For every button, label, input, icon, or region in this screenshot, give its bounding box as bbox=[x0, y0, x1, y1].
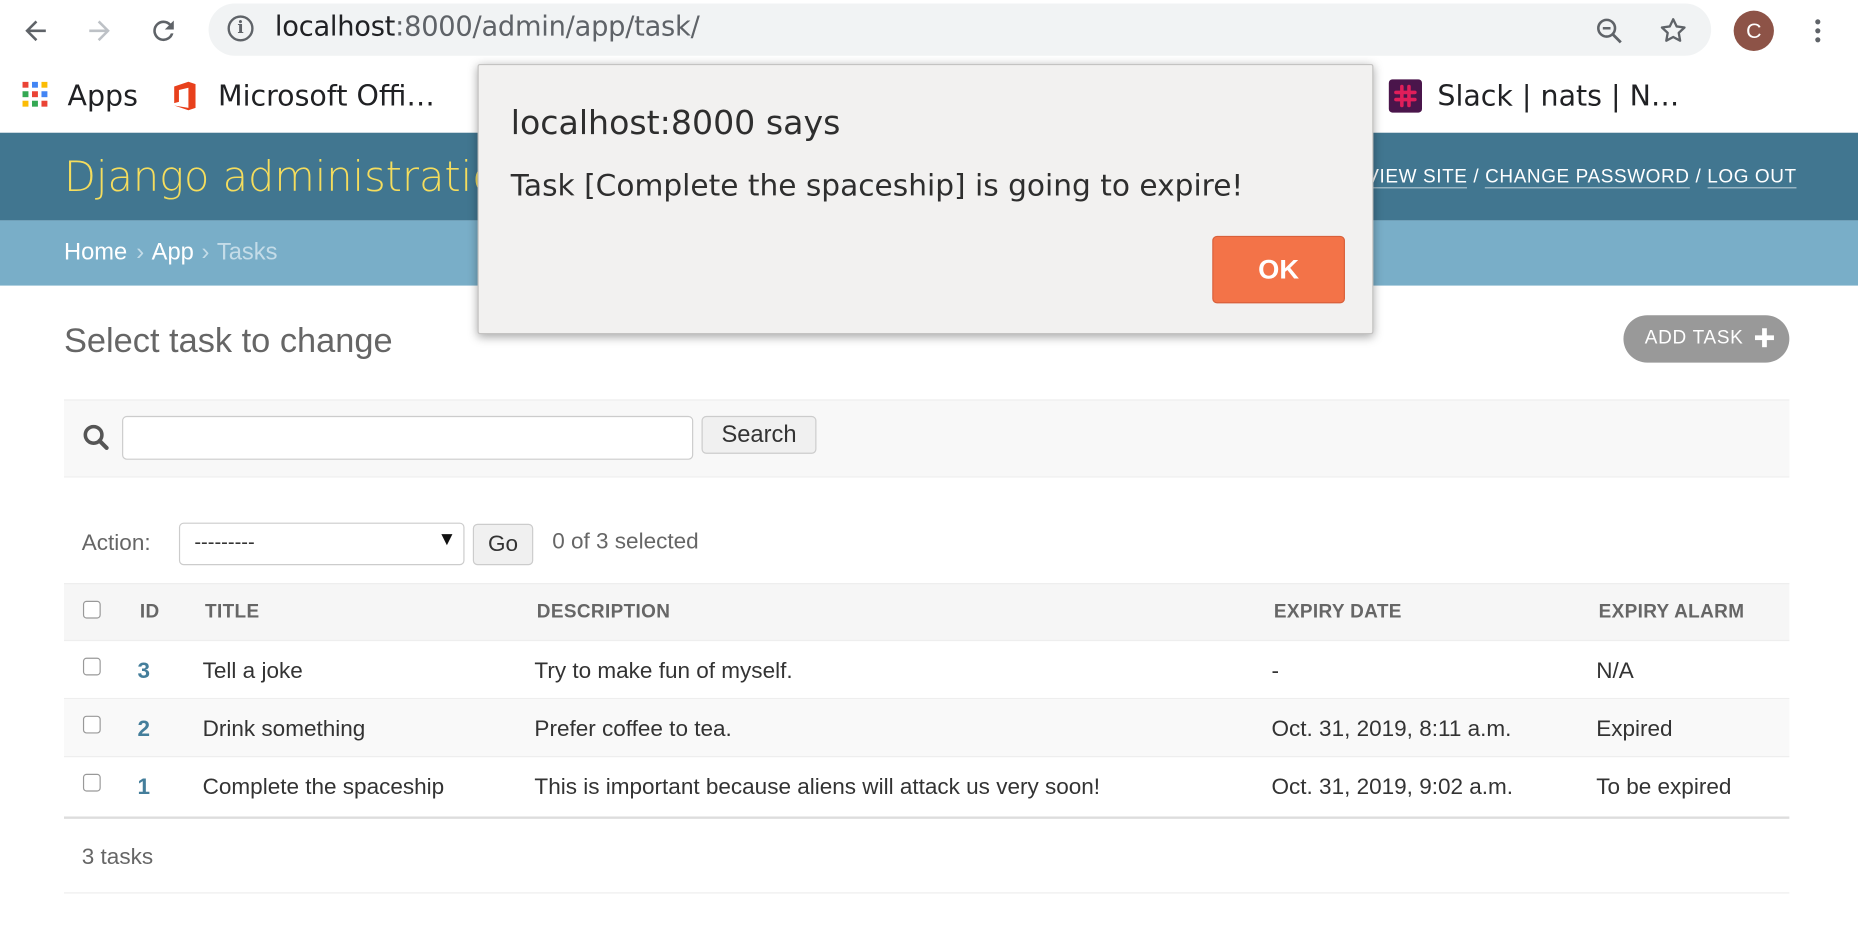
row-checkbox[interactable] bbox=[82, 657, 101, 676]
breadcrumb-home[interactable]: Home bbox=[64, 239, 127, 266]
bookmark-apps[interactable]: Apps bbox=[68, 79, 138, 112]
change-password-link[interactable]: Change password bbox=[1485, 167, 1690, 189]
table-row bbox=[63, 641, 1790, 700]
user-tools: View site / Change password / Log out bbox=[1366, 167, 1797, 189]
row-title: Tell a joke bbox=[202, 658, 303, 684]
apps-grid-icon[interactable] bbox=[22, 81, 49, 108]
office-icon bbox=[172, 81, 198, 112]
ok-button[interactable]: OK bbox=[1212, 235, 1345, 304]
add-task-button[interactable]: Add task bbox=[1623, 315, 1790, 363]
info-icon[interactable]: i bbox=[227, 15, 254, 42]
row-id-link[interactable]: 3 bbox=[137, 659, 150, 685]
breadcrumb-separator: › bbox=[201, 239, 210, 266]
star-icon[interactable] bbox=[1652, 9, 1695, 52]
row-checkbox[interactable] bbox=[82, 773, 101, 792]
paginator: 3 tasks bbox=[63, 816, 1790, 894]
row-title: Complete the spaceship bbox=[202, 774, 445, 800]
table-header bbox=[63, 583, 1790, 642]
select-all-checkbox[interactable] bbox=[82, 600, 101, 619]
menu-icon[interactable] bbox=[1796, 9, 1839, 52]
bookmark-microsoft-office[interactable]: Microsoft Offi… bbox=[218, 79, 435, 112]
zoom-icon[interactable] bbox=[1588, 9, 1631, 52]
row-description: This is important because aliens will at… bbox=[534, 774, 1101, 800]
action-label: Action: bbox=[81, 530, 151, 556]
action-select[interactable]: --------- ▼ bbox=[178, 522, 465, 566]
row-id-link[interactable]: 2 bbox=[137, 717, 150, 743]
row-expiry-alarm: Expired bbox=[1596, 716, 1673, 742]
go-button[interactable]: Go bbox=[472, 523, 534, 566]
column-header-description[interactable]: Description bbox=[537, 602, 670, 623]
result-count: 3 tasks bbox=[81, 844, 154, 870]
forward-icon[interactable] bbox=[78, 9, 121, 52]
row-description: Try to make fun of myself. bbox=[534, 658, 793, 684]
column-header-id[interactable]: ID bbox=[140, 602, 160, 623]
dropdown-arrow-icon: ▼ bbox=[437, 529, 457, 550]
back-icon[interactable] bbox=[14, 9, 57, 52]
action-select-value: --------- bbox=[194, 530, 255, 554]
breadcrumb-app[interactable]: App bbox=[152, 239, 194, 266]
row-title: Drink something bbox=[202, 716, 366, 742]
site-branding[interactable]: Django administration bbox=[64, 154, 524, 201]
row-expiry-date: - bbox=[1271, 658, 1280, 684]
alert-dialog: localhost:8000 says Task [Complete the s… bbox=[477, 63, 1374, 335]
separator: / bbox=[1695, 167, 1702, 188]
separator: / bbox=[1473, 167, 1480, 188]
row-expiry-alarm: N/A bbox=[1596, 658, 1634, 684]
row-expiry-date: Oct. 31, 2019, 9:02 a.m. bbox=[1271, 774, 1514, 800]
row-description: Prefer coffee to tea. bbox=[534, 716, 732, 742]
dialog-message: Task [Complete the spaceship] is going t… bbox=[510, 168, 1244, 203]
slack-icon bbox=[1388, 79, 1422, 113]
row-id-link[interactable]: 1 bbox=[137, 775, 150, 801]
bookmark-slack[interactable]: Slack | nats | N… bbox=[1437, 79, 1679, 112]
row-checkbox[interactable] bbox=[82, 715, 101, 734]
column-header-title[interactable]: Title bbox=[205, 602, 259, 623]
breadcrumb-separator: › bbox=[136, 239, 145, 266]
row-expiry-date: Oct. 31, 2019, 8:11 a.m. bbox=[1271, 716, 1512, 742]
column-header-expiry-alarm[interactable]: Expiry alarm bbox=[1599, 602, 1745, 623]
log-out-link[interactable]: Log out bbox=[1707, 167, 1797, 189]
search-icon bbox=[82, 423, 110, 451]
add-task-label: Add task bbox=[1644, 328, 1744, 349]
dialog-title: localhost:8000 says bbox=[510, 103, 841, 143]
selection-counter: 0 of 3 selected bbox=[552, 529, 699, 555]
search-button[interactable]: Search bbox=[701, 415, 817, 454]
url-text[interactable]: localhost:8000/admin/app/task/ bbox=[275, 12, 700, 43]
breadcrumb-current: Tasks bbox=[216, 239, 278, 266]
page-title: Select task to change bbox=[63, 322, 393, 361]
avatar[interactable]: C bbox=[1733, 10, 1774, 51]
plus-icon bbox=[1754, 328, 1774, 348]
view-site-link[interactable]: View site bbox=[1366, 167, 1468, 189]
search-input[interactable] bbox=[122, 415, 694, 460]
reload-icon[interactable] bbox=[142, 9, 185, 52]
column-header-expiry-date[interactable]: Expiry date bbox=[1274, 602, 1402, 623]
row-expiry-alarm: To be expired bbox=[1596, 774, 1732, 800]
